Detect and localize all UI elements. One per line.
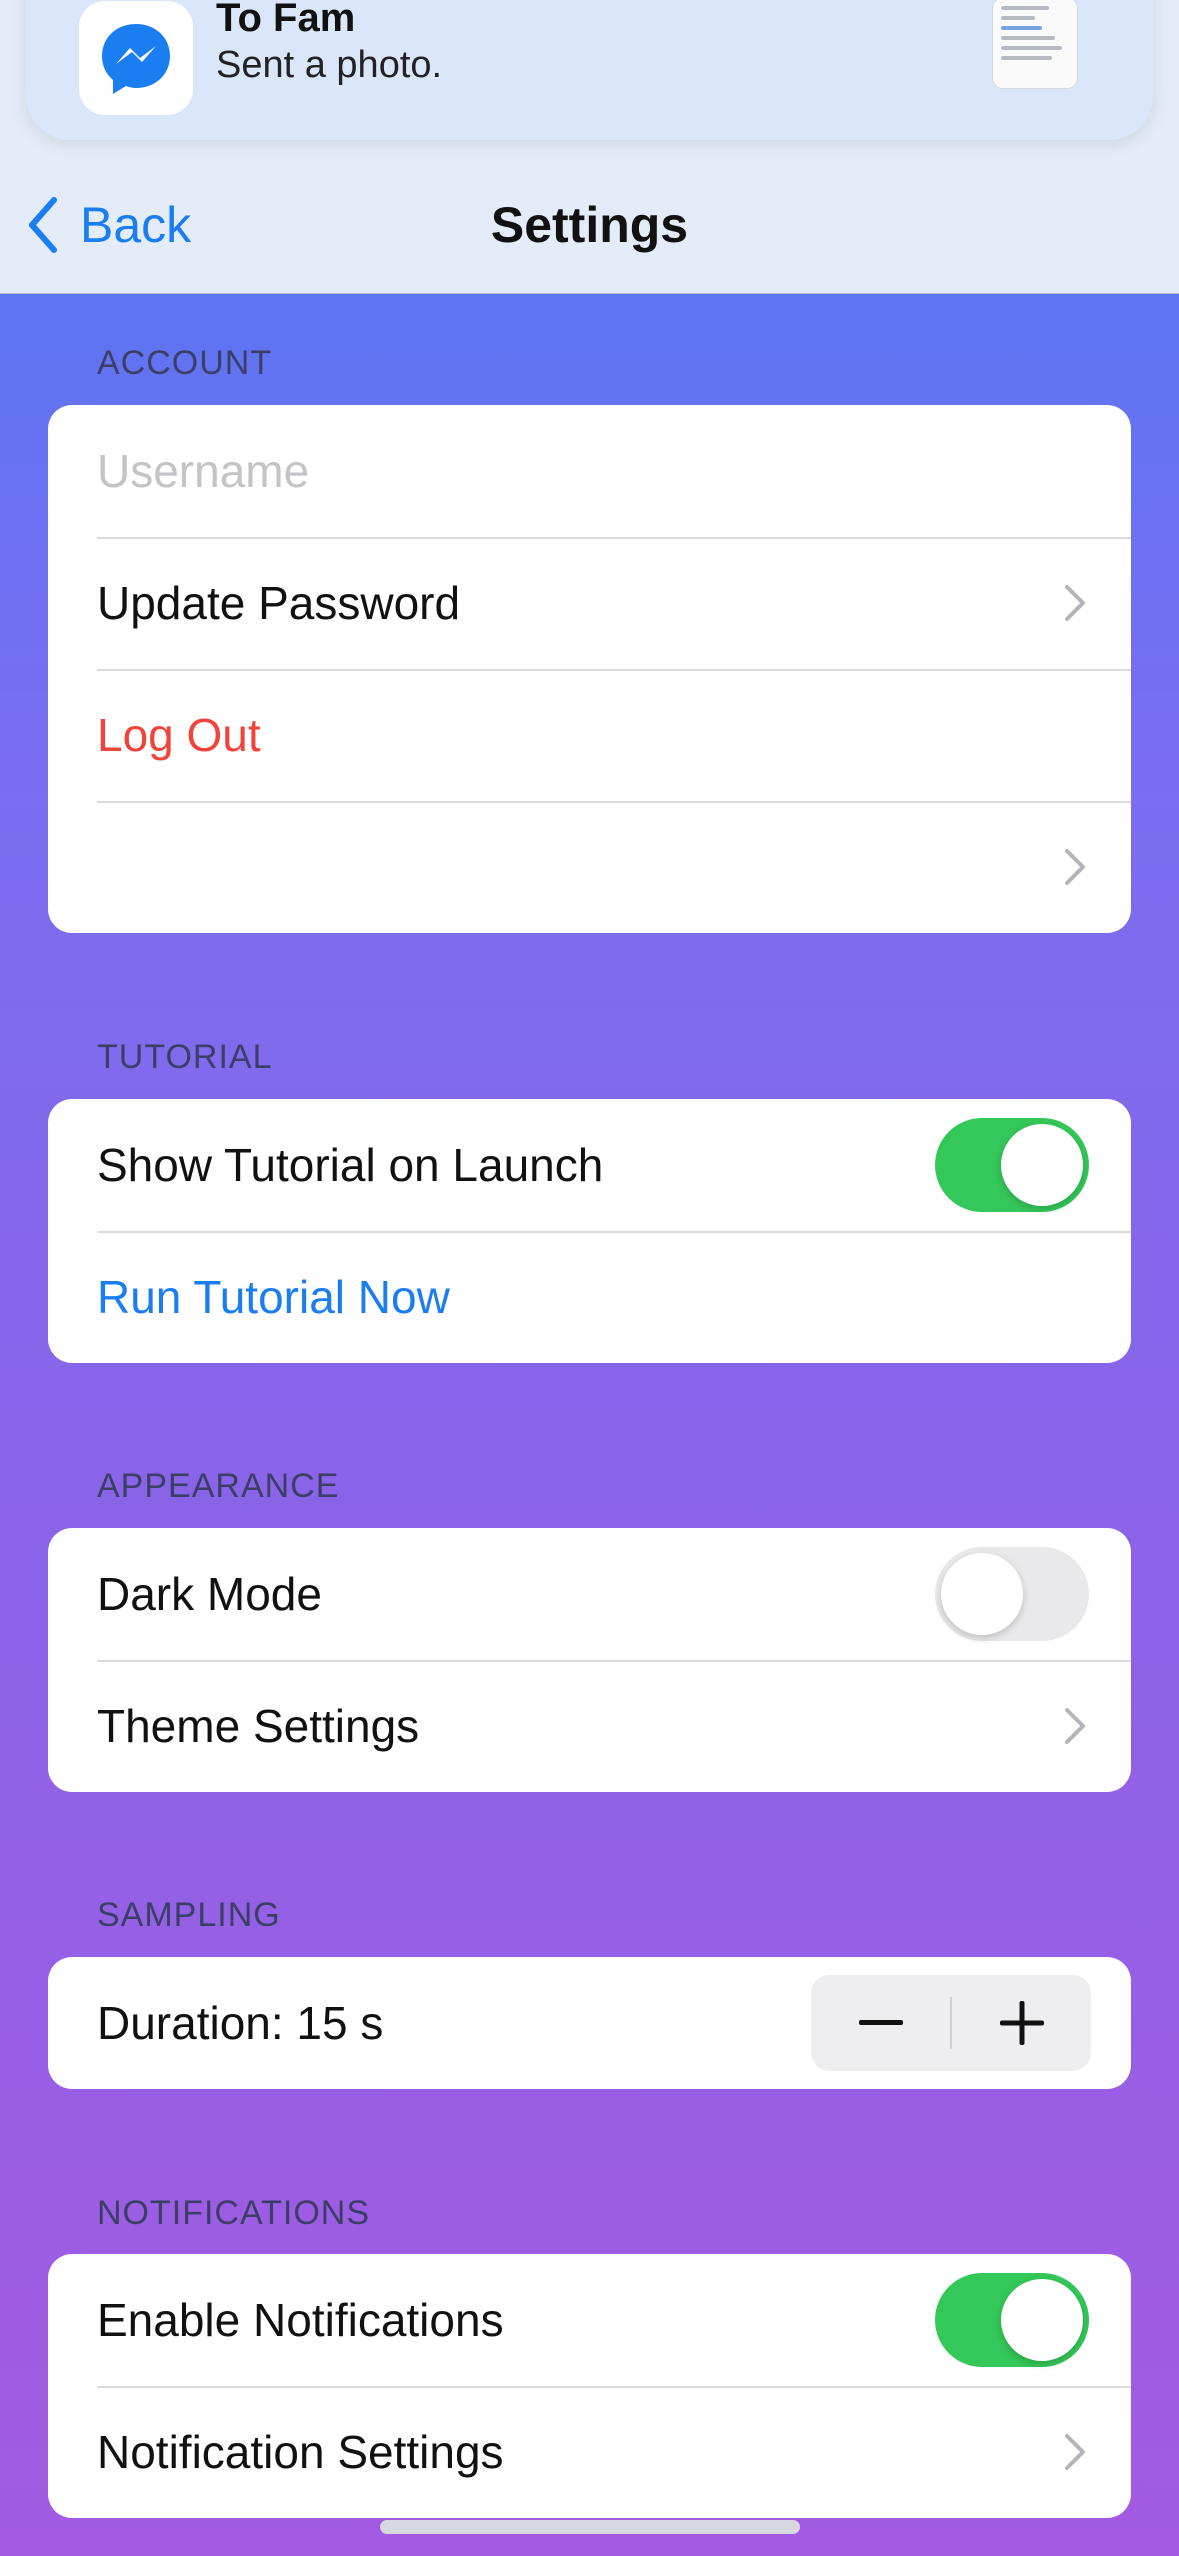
dark-mode-label: Dark Mode — [97, 1568, 322, 1620]
section-header-notifications: NOTIFICATIONS — [97, 2194, 371, 2232]
username-field[interactable] — [97, 444, 1087, 498]
duration-label: Duration: 15 s — [97, 1997, 384, 2049]
notification-settings-label: Notification Settings — [97, 2426, 504, 2478]
enable-notifications-row: Enable Notifications — [48, 2254, 1131, 2386]
chevron-right-icon — [1065, 2434, 1085, 2470]
update-password-row[interactable]: Update Password — [48, 537, 1131, 669]
username-row[interactable] — [48, 405, 1131, 537]
navigation-bar: To Fam Sent a photo. Back Settings — [0, 0, 1179, 294]
theme-settings-row[interactable]: Theme Settings — [48, 1660, 1131, 1792]
banner-title: To Fam — [216, 0, 356, 40]
toggle-knob — [1001, 1124, 1083, 1206]
decrement-button[interactable] — [811, 1975, 950, 2071]
enable-notifications-toggle[interactable] — [935, 2273, 1089, 2367]
photo-thumbnail — [993, 0, 1077, 88]
section-header-tutorial: TUTORIAL — [97, 1038, 273, 1076]
increment-button[interactable] — [952, 1975, 1091, 2071]
toggle-knob — [941, 1553, 1023, 1635]
banner-subtitle: Sent a photo. — [216, 44, 443, 86]
minus-icon — [858, 2020, 903, 2025]
appearance-card: Dark Mode Theme Settings — [48, 1528, 1131, 1792]
section-header-appearance: APPEARANCE — [97, 1467, 340, 1505]
notification-banner[interactable]: To Fam Sent a photo. — [26, 0, 1153, 140]
duration-row: Duration: 15 s — [48, 1957, 1131, 2089]
show-tutorial-toggle[interactable] — [935, 1118, 1089, 1212]
plus-icon — [999, 2001, 1044, 2045]
run-tutorial-button[interactable]: Run Tutorial Now — [48, 1231, 1131, 1363]
messenger-app-icon — [66, 0, 206, 115]
section-header-account: ACCOUNT — [97, 344, 273, 382]
account-empty-row[interactable] — [48, 801, 1131, 933]
chevron-right-icon — [1065, 585, 1085, 621]
enable-notifications-label: Enable Notifications — [97, 2294, 504, 2346]
dark-mode-row: Dark Mode — [48, 1528, 1131, 1660]
account-card: Update Password Log Out — [48, 405, 1131, 933]
log-out-button[interactable]: Log Out — [48, 669, 1131, 801]
show-tutorial-row: Show Tutorial on Launch — [48, 1099, 1131, 1231]
page-title: Settings — [490, 197, 689, 253]
sampling-card: Duration: 15 s — [48, 1957, 1131, 2089]
notification-settings-row[interactable]: Notification Settings — [48, 2386, 1131, 2518]
theme-settings-label: Theme Settings — [97, 1700, 420, 1752]
log-out-label: Log Out — [97, 709, 261, 761]
section-header-sampling: SAMPLING — [97, 1896, 281, 1934]
run-tutorial-label: Run Tutorial Now — [97, 1271, 450, 1323]
duration-stepper[interactable] — [811, 1975, 1091, 2071]
chevron-right-icon — [1065, 1708, 1085, 1744]
toggle-knob — [1001, 2279, 1083, 2361]
home-indicator[interactable] — [380, 2520, 800, 2534]
chevron-right-icon — [1065, 849, 1085, 885]
update-password-label: Update Password — [97, 577, 461, 629]
show-tutorial-label: Show Tutorial on Launch — [97, 1139, 604, 1191]
dark-mode-toggle[interactable] — [935, 1547, 1089, 1641]
tutorial-card: Show Tutorial on Launch Run Tutorial Now — [48, 1099, 1131, 1363]
messenger-icon — [102, 24, 170, 94]
notifications-card: Enable Notifications Notification Settin… — [48, 2254, 1131, 2518]
